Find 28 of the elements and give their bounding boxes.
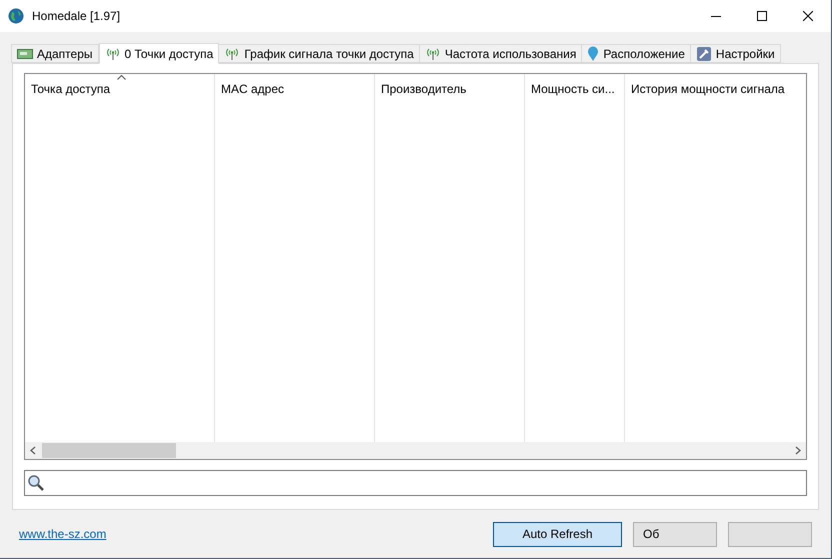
search-field[interactable] [24,470,807,496]
tab[interactable]: График сигнала точки доступа [218,44,420,63]
action-button[interactable]: Auto Refresh [493,522,622,547]
antenna-icon [104,46,121,60]
column-header[interactable]: MAC адрес [215,74,374,100]
maximize-icon [757,11,767,21]
settings-icon [696,46,712,62]
globe-icon [8,8,24,24]
search-icon [27,474,45,492]
close-icon [803,11,813,21]
column-header[interactable]: Точка доступа [25,74,214,100]
tab[interactable]: Настройки [690,44,781,63]
tab[interactable]: Частота использования [418,44,582,63]
tab[interactable]: Расположение [581,44,691,63]
network-card-icon [17,48,33,60]
map-pin-icon [587,46,600,62]
scrollbar-thumb[interactable] [42,443,176,458]
horizontal-scrollbar[interactable] [25,442,806,459]
window-title: Homedale [1.97] [32,8,120,25]
column-header[interactable]: История мощности сигнала [625,74,806,100]
tab[interactable]: 0 Точки доступа [98,43,220,64]
tab[interactable]: Адаптеры [11,44,99,63]
antenna-icon [224,46,240,60]
column-header[interactable]: Мощность си... [525,74,624,100]
column-header[interactable]: Производитель [375,74,524,100]
website-link[interactable]: www.the-sz.com [19,525,106,544]
antenna-icon [424,46,441,60]
action-button[interactable]: Об [633,522,717,547]
